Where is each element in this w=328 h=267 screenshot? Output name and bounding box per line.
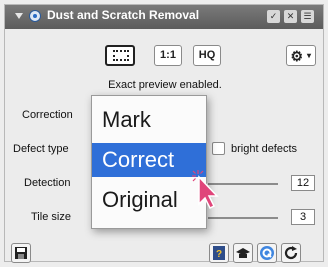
tile-size-slider[interactable] (208, 217, 278, 219)
save-button[interactable] (11, 243, 31, 263)
hq-button[interactable]: HQ (193, 45, 221, 66)
reset-icon (284, 246, 298, 260)
q-button[interactable] (257, 243, 277, 263)
chevron-down-icon: ▾ (306, 51, 311, 60)
education-icon (236, 248, 250, 258)
menu-item-mark[interactable]: Mark (92, 103, 206, 137)
bright-defects-label: bright defects (231, 143, 298, 155)
enable-checkbox[interactable]: ✓ (267, 10, 280, 23)
q-icon (260, 246, 274, 260)
pointer-cursor-icon (192, 170, 219, 210)
settings-button[interactable]: ⚙ ▾ (286, 45, 316, 66)
zoom-1-1-button[interactable]: 1:1 (154, 45, 182, 66)
detection-value-field[interactable]: 12 (291, 175, 315, 191)
dust-scratch-icon (29, 10, 41, 22)
menu-item-correct[interactable]: Correct (92, 143, 206, 177)
gear-icon: ⚙ (290, 48, 303, 64)
correction-label: Correction (22, 109, 73, 121)
menu-button[interactable]: ☰ (301, 10, 314, 23)
help-icon: ? (213, 246, 225, 260)
menu-item-original[interactable]: Original (92, 183, 206, 217)
tile-size-value-field[interactable]: 3 (291, 209, 315, 225)
panel-title: Dust and Scratch Removal (47, 8, 200, 22)
reset-button[interactable] (281, 243, 301, 263)
education-button[interactable] (233, 243, 253, 263)
bright-defects-checkbox[interactable] (212, 142, 225, 155)
help-button[interactable]: ? (209, 243, 229, 263)
preview-area-icon (113, 50, 129, 61)
defect-type-label: Defect type (13, 143, 69, 155)
preview-area-button[interactable] (105, 45, 135, 66)
status-text: Exact preview enabled. (108, 79, 222, 91)
close-button[interactable]: ✕ (284, 10, 297, 23)
svg-text:?: ? (216, 249, 222, 260)
save-icon (15, 247, 27, 259)
tile-size-label: Tile size (31, 211, 71, 223)
collapse-triangle-icon[interactable] (15, 13, 23, 19)
panel-titlebar[interactable]: Dust and Scratch Removal ✓ ✕ ☰ (5, 5, 323, 29)
detection-label: Detection (24, 177, 71, 189)
correction-dropdown-menu: Mark Correct Original (91, 95, 207, 229)
